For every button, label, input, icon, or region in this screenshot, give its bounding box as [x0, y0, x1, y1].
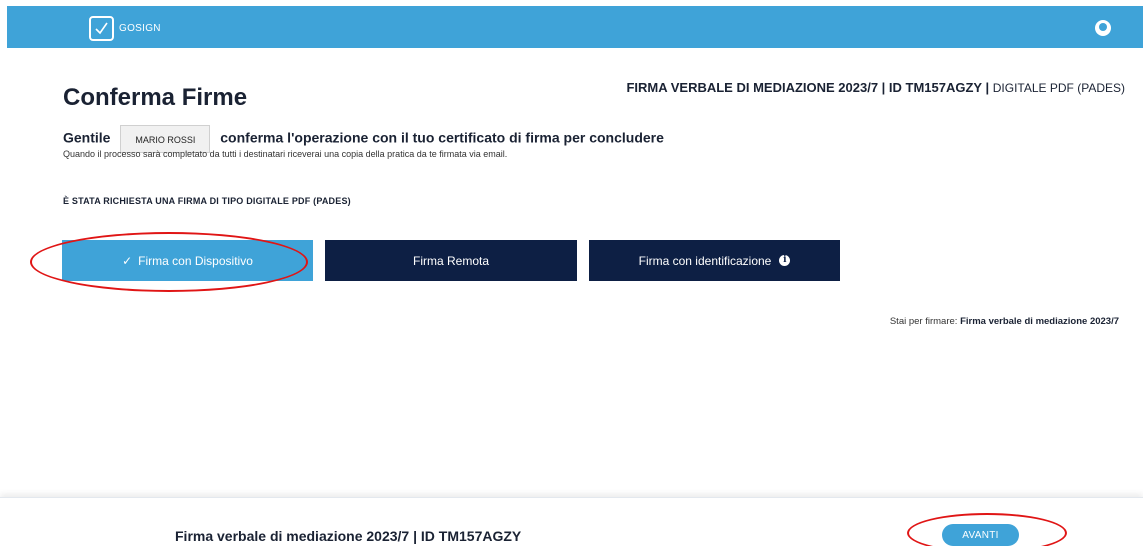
greeting-suffix: conferma l'operazione con il tuo certifi… [220, 129, 664, 146]
document-header: FIRMA VERBALE DI MEDIAZIONE 2023/7 | ID … [626, 80, 1125, 95]
footer-document-title: Firma verbale di mediazione 2023/7 | ID … [175, 528, 522, 544]
signing-note-prefix: Stai per firmare: [889, 316, 958, 327]
remote-sign-label: Firma Remota [412, 253, 489, 268]
signature-request-title: È STATA RICHIESTA UNA FIRMA DI TIPO DIGI… [63, 196, 351, 206]
info-icon[interactable]: i [779, 255, 791, 266]
main-content: Conferma Firme FIRMA VERBALE DI MEDIAZIO… [7, 48, 1143, 498]
user-avatar-icon[interactable] [1095, 20, 1111, 36]
remote-sign-button[interactable]: Firma Remota [325, 240, 577, 281]
greeting-prefix: Gentile [63, 129, 111, 146]
process-info-text: Quando il processo sarà completato da tu… [63, 149, 508, 159]
sign-with-identification-label: Firma con identificazione [638, 253, 772, 268]
check-square-icon[interactable] [89, 16, 114, 41]
check-icon: ✓ [122, 253, 133, 268]
signing-note: Stai per firmare: Firma verbale di media… [890, 316, 1119, 327]
sign-with-identification-button[interactable]: Firma con identificazione i [589, 240, 840, 281]
app-window: GOSIGN Conferma Firme FIRMA VERBALE DI M… [0, 0, 1143, 546]
checkmark-icon [95, 22, 108, 35]
signing-note-document: Firma verbale di mediazione 2023/7 [960, 316, 1119, 327]
next-button[interactable]: AVANTI [942, 524, 1019, 546]
page-title: Conferma Firme [63, 84, 248, 111]
top-bar: GOSIGN [7, 6, 1143, 48]
logo-text: GOSIGN [119, 23, 161, 34]
document-id: FIRMA VERBALE DI MEDIAZIONE 2023/7 | ID … [626, 80, 990, 95]
footer-bar: Firma verbale di mediazione 2023/7 | ID … [0, 497, 1143, 546]
document-signature-type: DIGITALE PDF (PADES) [992, 81, 1125, 95]
sign-with-device-button[interactable]: ✓ Firma con Dispositivo [62, 240, 313, 281]
sign-with-device-label: Firma con Dispositivo [138, 253, 253, 268]
